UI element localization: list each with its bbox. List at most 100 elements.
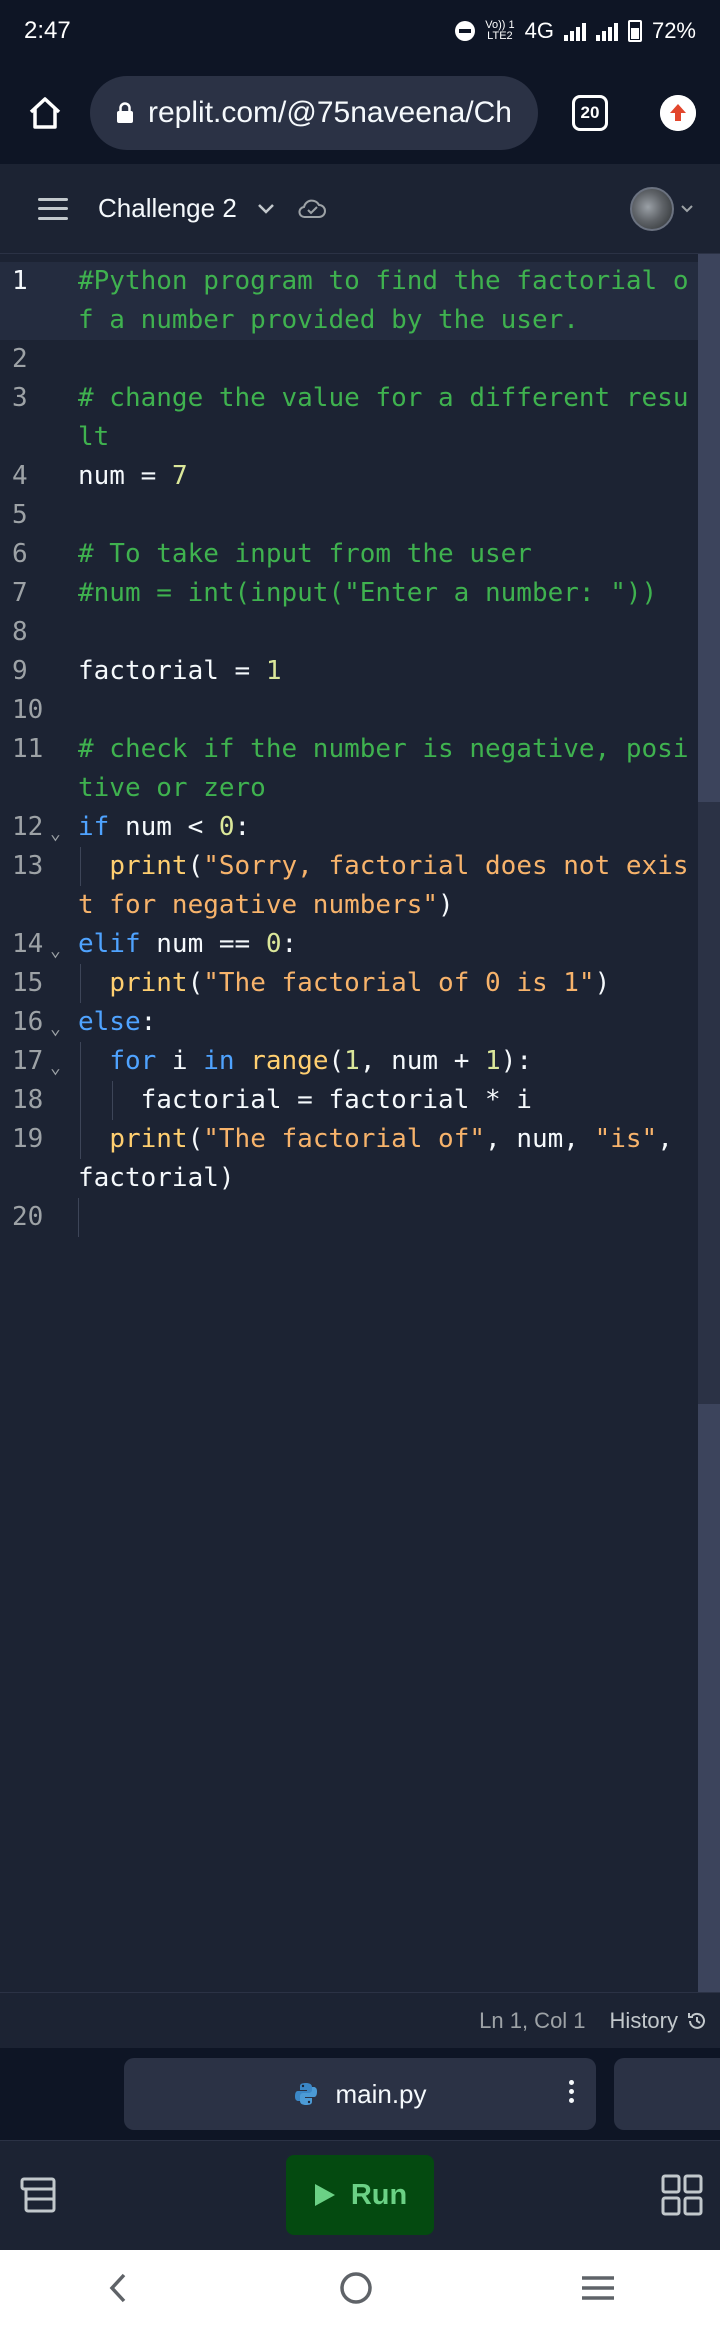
operator-token: = <box>124 461 172 491</box>
line-number: 6 <box>12 539 28 569</box>
line-number: 18 <box>12 1085 44 1115</box>
code-line[interactable]: 9 factorial = 1 <box>0 652 698 691</box>
volte-bottom: LTE2 <box>487 30 513 42</box>
punct-token: ) <box>594 968 611 998</box>
code-line[interactable]: 10 <box>0 691 698 730</box>
code-line[interactable]: 6 # To take input from the user <box>0 535 698 574</box>
browser-update-button[interactable] <box>660 95 696 131</box>
line-content: #Python program to find the factorial of… <box>78 262 698 340</box>
line-content: if num < 0: <box>78 808 698 847</box>
line-number: 17 <box>12 1046 44 1076</box>
keyword-token: for <box>109 1046 157 1076</box>
volte-indicator: Vo)) 1 LTE2 <box>485 20 514 42</box>
home-circle-icon[interactable] <box>339 2271 373 2305</box>
python-icon <box>295 2083 318 2105</box>
code-line[interactable]: 2 <box>0 340 698 379</box>
battery-icon <box>627 20 642 42</box>
code-line[interactable]: 20 <box>0 1198 698 1237</box>
keyword-token: elif <box>78 929 141 959</box>
code-line[interactable]: 3 # change the value for a different res… <box>0 379 698 457</box>
menu-icon[interactable] <box>38 197 68 220</box>
back-icon[interactable] <box>104 2271 132 2305</box>
code-line[interactable]: 11 # check if the number is negative, po… <box>0 730 698 808</box>
line-content: print("Sorry, factorial does not exist f… <box>78 847 698 925</box>
identifier-token: i <box>156 1046 204 1076</box>
signal-icon-2 <box>595 21 618 41</box>
code-line[interactable]: 7 #num = int(input("Enter a number: ")) <box>0 574 698 613</box>
code-line[interactable]: 4 num = 7 <box>0 457 698 496</box>
replit-header: Challenge 2 <box>0 164 720 254</box>
code-line[interactable]: 1 #Python program to find the factorial … <box>0 262 698 340</box>
punct-token: : <box>234 812 251 842</box>
url-text: replit.com/@75naveena/Ch <box>148 96 512 129</box>
line-number: 7 <box>12 578 28 608</box>
indent-guide <box>78 1198 79 1237</box>
update-icon <box>660 95 696 131</box>
gutter: 18 <box>0 1081 78 1120</box>
gutter: 4 <box>0 457 78 496</box>
gutter: 9 <box>0 652 78 691</box>
gutter: 7 <box>0 574 78 613</box>
repl-title[interactable]: Challenge 2 <box>98 193 237 224</box>
browser-toolbar: replit.com/@75naveena/Ch 20 <box>0 62 720 164</box>
line-number: 19 <box>12 1124 44 1154</box>
tab-switcher-button[interactable]: 20 <box>572 95 608 131</box>
line-number: 9 <box>12 656 28 686</box>
recents-icon[interactable] <box>580 2274 616 2302</box>
gutter: 8 <box>0 613 78 652</box>
identifier-token: factorial <box>78 656 219 686</box>
layers-icon[interactable] <box>18 2175 58 2215</box>
gutter: 3 <box>0 379 78 457</box>
grid-icon[interactable] <box>660 2173 704 2217</box>
code-line[interactable]: 18 factorial = factorial * i <box>0 1081 698 1120</box>
comment-token: # To take input from the user <box>78 539 532 569</box>
address-bar[interactable]: replit.com/@75naveena/Ch <box>90 76 538 150</box>
tab-count: 20 <box>580 103 600 122</box>
code-line[interactable]: 19 print("The factorial of", num, "is", … <box>0 1120 698 1198</box>
line-content <box>78 340 698 379</box>
code-line[interactable]: 16 ⌄ else: <box>0 1003 698 1042</box>
line-content: # check if the number is negative, posit… <box>78 730 698 808</box>
line-content: print("The factorial of 0 is 1") <box>78 964 698 1003</box>
code-line[interactable]: 14 ⌄ elif num == 0: <box>0 925 698 964</box>
code-line[interactable]: 17 ⌄ for i in range(1, num + 1): <box>0 1042 698 1081</box>
code-line[interactable]: 15 print("The factorial of 0 is 1") <box>0 964 698 1003</box>
run-button[interactable]: Run <box>286 2155 434 2235</box>
gutter: 12 ⌄ <box>0 808 78 847</box>
network-type: 4G <box>524 18 554 43</box>
code-line[interactable]: 13 print("Sorry, factorial does not exis… <box>0 847 698 925</box>
indent-guide <box>112 1081 113 1120</box>
punct-token: ) <box>438 890 454 920</box>
account-menu[interactable] <box>630 186 694 231</box>
chevron-down-icon[interactable] <box>257 203 275 215</box>
indent-guide <box>80 847 81 886</box>
number-token: 1 <box>344 1046 360 1076</box>
punct-token: : <box>140 1007 157 1037</box>
code-line[interactable]: 5 <box>0 496 698 535</box>
comment-token: # change the value for a different resul… <box>78 383 689 452</box>
gutter: 17 ⌄ <box>0 1042 78 1081</box>
history-label: History <box>609 2007 678 2033</box>
file-tab-main[interactable]: main.py <box>124 2058 596 2130</box>
line-content <box>78 613 698 652</box>
line-number: 1 <box>12 266 28 296</box>
editor-scrollbar[interactable] <box>698 254 720 1992</box>
history-button[interactable]: History <box>610 2008 708 2034</box>
more-vertical-icon[interactable] <box>569 2080 574 2103</box>
home-icon <box>29 97 61 129</box>
editor-status-line: Ln 1, Col 1 History <box>0 1992 720 2048</box>
line-number: 12 <box>12 812 44 842</box>
code-line[interactable]: 8 <box>0 613 698 652</box>
browser-home-button[interactable] <box>0 62 90 164</box>
scrollbar-thumb[interactable] <box>698 254 720 802</box>
number-token: 1 <box>485 1046 501 1076</box>
code-line[interactable]: 12 ⌄ if num < 0: <box>0 808 698 847</box>
file-tab-next[interactable] <box>614 2058 720 2130</box>
code-editor[interactable]: 1 #Python program to find the factorial … <box>0 254 720 1992</box>
gutter: 2 <box>0 340 78 379</box>
line-content: for i in range(1, num + 1): <box>78 1042 698 1081</box>
punct-token: ( <box>187 968 204 998</box>
